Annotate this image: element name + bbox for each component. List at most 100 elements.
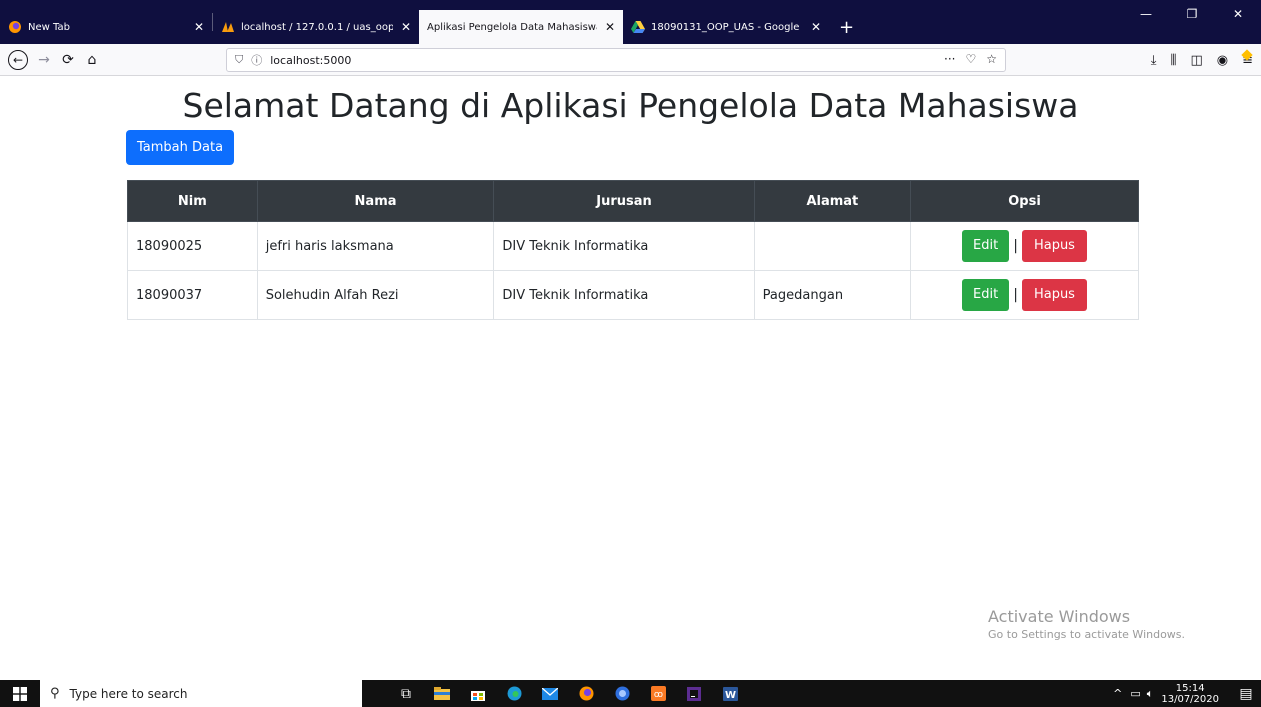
windows-taskbar: ⚲ Type here to search ⧉ ꝏ W ^ ▭ 🔈︎ 15:14… (0, 680, 1261, 707)
phpmyadmin-icon (221, 20, 235, 34)
system-tray: ^ ▭ 🔈︎ 15:14 13/07/2020 ▤ (1113, 680, 1261, 707)
forward-arrow-icon: → (38, 52, 50, 68)
battery-icon[interactable]: ▭ (1130, 687, 1140, 700)
table-header-row: Nim Nama Jurusan Alamat Opsi (127, 180, 1139, 222)
cell-opsi: Edit | Hapus (910, 270, 1139, 320)
option-separator: | (1013, 287, 1018, 303)
edit-button[interactable]: Edit (962, 230, 1010, 262)
tab-title: 18090131_OOP_UAS - Google D (651, 21, 803, 33)
tab-google-drive[interactable]: 18090131_OOP_UAS - Google D ✕ (623, 10, 829, 44)
edit-button[interactable]: Edit (962, 279, 1010, 311)
page-title: Selamat Datang di Aplikasi Pengelola Dat… (182, 86, 1079, 125)
cell-nama: Solehudin Alfah Rezi (256, 270, 495, 320)
home-button[interactable]: ⌂ (80, 48, 104, 72)
taskbar-search-box[interactable]: ⚲ Type here to search (40, 680, 362, 707)
window-controls: — ❐ ✕ (1123, 0, 1261, 28)
store-icon[interactable] (460, 680, 496, 707)
tab-title: localhost / 127.0.0.1 / uas_oop (241, 21, 393, 33)
hapus-button[interactable]: Hapus (1021, 230, 1087, 262)
cell-opsi: Edit | Hapus (910, 221, 1139, 271)
svg-text:ꝏ: ꝏ (653, 690, 662, 700)
search-icon: ⚲ (50, 686, 60, 701)
navigation-bar: ← → ⟳ ⌂ ⛉ ⓘ localhost:5000 ··· ♡ ☆ ⤓ ⫼ ◫… (0, 44, 1261, 76)
pocket-icon[interactable]: ♡ (965, 52, 976, 66)
page-actions-icon[interactable]: ··· (944, 52, 955, 66)
word-icon[interactable]: W (712, 680, 748, 707)
tambah-data-button[interactable]: Tambah Data (126, 130, 235, 165)
taskbar-clock[interactable]: 15:14 13/07/2020 (1161, 683, 1219, 705)
back-button[interactable]: ← (6, 48, 30, 72)
mail-icon[interactable] (532, 680, 568, 707)
forward-button[interactable]: → (32, 48, 56, 72)
tab-title: Aplikasi Pengelola Data Mahasiswa (427, 21, 597, 33)
shield-icon: ⛉ (235, 53, 244, 66)
library-icon[interactable]: ⫼ (1170, 53, 1176, 68)
home-icon: ⌂ (87, 52, 97, 68)
clock-time: 15:14 (1175, 682, 1205, 694)
cell-jurusan: DIV Teknik Informatika (493, 221, 755, 271)
sidebar-icon[interactable]: ◫ (1190, 53, 1202, 68)
address-bar[interactable]: ⛉ ⓘ localhost:5000 ··· ♡ ☆ (226, 48, 1006, 72)
hapus-button[interactable]: Hapus (1021, 279, 1087, 311)
reload-icon: ⟳ (62, 52, 74, 68)
bookmark-star-icon[interactable]: ☆ (986, 52, 997, 66)
windows-logo-icon (13, 686, 27, 701)
column-header-alamat: Alamat (753, 180, 912, 222)
close-icon[interactable]: ✕ (811, 20, 821, 34)
toolbar-icons: ⤓ ⫼ ◫ ◉ ≡ (1151, 48, 1253, 72)
option-separator: | (1013, 238, 1018, 254)
close-icon[interactable]: ✕ (605, 20, 615, 34)
minimize-icon[interactable]: — (1123, 0, 1169, 28)
search-placeholder: Type here to search (69, 686, 188, 701)
firefox-taskbar-icon[interactable] (568, 680, 604, 707)
cell-alamat (753, 221, 912, 271)
tab-aplikasi-mahasiswa[interactable]: Aplikasi Pengelola Data Mahasiswa ✕ (419, 10, 623, 44)
cell-nim: 18090037 (127, 270, 258, 320)
reload-button[interactable]: ⟳ (56, 48, 80, 72)
notification-center-icon[interactable]: ▤ (1231, 686, 1261, 702)
menu-button[interactable]: ≡ (1241, 48, 1253, 68)
cell-jurusan: DIV Teknik Informatika (493, 270, 755, 320)
taskbar-pinned-apps: ⧉ ꝏ W (388, 680, 748, 707)
start-button[interactable] (0, 680, 40, 707)
edge-icon[interactable] (496, 680, 532, 707)
extension-icon[interactable]: ◉ (1217, 53, 1228, 68)
column-header-nim: Nim (127, 180, 258, 222)
restore-icon[interactable]: ❐ (1169, 0, 1215, 28)
speaker-icon[interactable]: 🔈︎ (1147, 687, 1154, 701)
jetbrains-icon[interactable] (676, 680, 712, 707)
table-row: 18090025 jefri haris laksmana DIV Teknik… (127, 221, 1139, 271)
column-header-jurusan: Jurusan (493, 180, 755, 222)
firefox-icon (8, 20, 22, 34)
close-icon[interactable]: ✕ (194, 20, 204, 34)
tab-new-tab[interactable]: New Tab ✕ (0, 10, 212, 44)
svg-text:W: W (724, 690, 735, 701)
watermark-subtitle: Go to Settings to activate Windows. (988, 628, 1186, 641)
download-icon[interactable]: ⤓ (1151, 53, 1157, 68)
close-icon[interactable]: ✕ (401, 20, 411, 34)
cell-nama: jefri haris laksmana (256, 221, 495, 271)
app-blue-circle-icon[interactable] (604, 680, 640, 707)
new-tab-button[interactable]: + (829, 10, 864, 44)
column-header-opsi: Opsi (910, 180, 1139, 222)
mahasiswa-table: Nim Nama Jurusan Alamat Opsi 18090025 je… (127, 180, 1139, 320)
task-view-icon[interactable]: ⧉ (388, 680, 424, 707)
close-window-icon[interactable]: ✕ (1215, 0, 1261, 28)
show-hidden-icons-icon[interactable]: ^ (1113, 687, 1122, 700)
tab-phpmyadmin[interactable]: localhost / 127.0.0.1 / uas_oop ✕ (213, 10, 419, 44)
table-row: 18090037 Solehudin Alfah Rezi DIV Teknik… (127, 270, 1139, 320)
column-header-nama: Nama (256, 180, 495, 222)
cell-alamat: Pagedangan (753, 270, 912, 320)
activate-windows-watermark: Activate Windows Go to Settings to activ… (988, 607, 1185, 641)
tab-title: New Tab (28, 21, 70, 33)
cell-nim: 18090025 (127, 221, 258, 271)
info-icon: ⓘ (251, 54, 263, 67)
watermark-title: Activate Windows (988, 607, 1131, 626)
google-drive-icon (631, 20, 645, 34)
xampp-icon[interactable]: ꝏ (640, 680, 676, 707)
url-text: localhost:5000 (270, 53, 352, 67)
browser-tab-strip: New Tab ✕ localhost / 127.0.0.1 / uas_oo… (0, 0, 1261, 44)
file-explorer-icon[interactable] (424, 680, 460, 707)
clock-date: 13/07/2020 (1161, 693, 1219, 705)
back-arrow-icon: ← (8, 50, 28, 70)
